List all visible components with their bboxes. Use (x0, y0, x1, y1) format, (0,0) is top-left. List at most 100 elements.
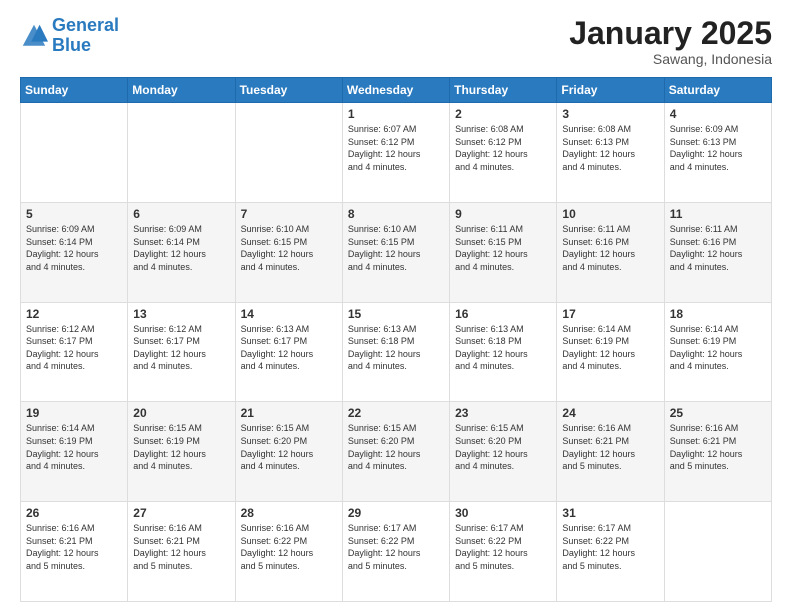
day-number: 16 (455, 307, 551, 321)
title-block: January 2025 Sawang, Indonesia (569, 16, 772, 67)
page: General Blue January 2025 Sawang, Indone… (0, 0, 792, 612)
calendar-cell: 25 Sunrise: 6:16 AM Sunset: 6:21 PM Dayli… (664, 402, 771, 502)
day-info: Sunrise: 6:14 AM Sunset: 6:19 PM Dayligh… (26, 422, 122, 472)
calendar-cell: 15 Sunrise: 6:13 AM Sunset: 6:18 PM Dayli… (342, 302, 449, 402)
day-number: 14 (241, 307, 337, 321)
logo-line2: Blue (52, 35, 91, 55)
day-info: Sunrise: 6:09 AM Sunset: 6:14 PM Dayligh… (133, 223, 229, 273)
day-info: Sunrise: 6:17 AM Sunset: 6:22 PM Dayligh… (348, 522, 444, 572)
day-info: Sunrise: 6:11 AM Sunset: 6:15 PM Dayligh… (455, 223, 551, 273)
main-title: January 2025 (569, 16, 772, 51)
day-info: Sunrise: 6:11 AM Sunset: 6:16 PM Dayligh… (562, 223, 658, 273)
day-info: Sunrise: 6:07 AM Sunset: 6:12 PM Dayligh… (348, 123, 444, 173)
calendar-cell (128, 103, 235, 203)
calendar-cell: 26 Sunrise: 6:16 AM Sunset: 6:21 PM Dayli… (21, 502, 128, 602)
week-row-4: 19Sunrise: 6:14 AM Sunset: 6:19 PM Dayli… (21, 402, 772, 502)
day-info: Sunrise: 6:10 AM Sunset: 6:15 PM Dayligh… (241, 223, 337, 273)
calendar-cell: 30 Sunrise: 6:17 AM Sunset: 6:22 PM Dayli… (450, 502, 557, 602)
day-number: 11 (670, 207, 766, 221)
logo-text: General Blue (52, 16, 119, 56)
day-info: Sunrise: 6:15 AM Sunset: 6:20 PM Dayligh… (455, 422, 551, 472)
calendar-cell: 17 Sunrise: 6:14 AM Sunset: 6:19 PM Dayli… (557, 302, 664, 402)
day-number: 23 (455, 406, 551, 420)
week-row-5: 26 Sunrise: 6:16 AM Sunset: 6:21 PM Dayli… (21, 502, 772, 602)
calendar-cell: 1 Sunrise: 6:07 AM Sunset: 6:12 PM Daylig… (342, 103, 449, 203)
day-info: Sunrise: 6:16 AM Sunset: 6:21 PM Dayligh… (670, 422, 766, 472)
calendar-cell: 23 Sunrise: 6:15 AM Sunset: 6:20 PM Dayli… (450, 402, 557, 502)
day-number: 22 (348, 406, 444, 420)
day-number: 21 (241, 406, 337, 420)
calendar-cell: 5Sunrise: 6:09 AM Sunset: 6:14 PM Daylig… (21, 202, 128, 302)
weekday-header-thursday: Thursday (450, 78, 557, 103)
day-number: 8 (348, 207, 444, 221)
weekday-header-friday: Friday (557, 78, 664, 103)
day-info: Sunrise: 6:16 AM Sunset: 6:21 PM Dayligh… (26, 522, 122, 572)
day-number: 13 (133, 307, 229, 321)
day-number: 6 (133, 207, 229, 221)
day-number: 24 (562, 406, 658, 420)
day-number: 20 (133, 406, 229, 420)
day-info: Sunrise: 6:14 AM Sunset: 6:19 PM Dayligh… (562, 323, 658, 373)
day-number: 31 (562, 506, 658, 520)
weekday-header-wednesday: Wednesday (342, 78, 449, 103)
weekday-header-tuesday: Tuesday (235, 78, 342, 103)
day-number: 18 (670, 307, 766, 321)
logo-icon (20, 22, 48, 50)
day-info: Sunrise: 6:13 AM Sunset: 6:18 PM Dayligh… (348, 323, 444, 373)
calendar-cell: 20 Sunrise: 6:15 AM Sunset: 6:19 PM Dayli… (128, 402, 235, 502)
day-info: Sunrise: 6:16 AM Sunset: 6:21 PM Dayligh… (562, 422, 658, 472)
day-number: 28 (241, 506, 337, 520)
day-number: 1 (348, 107, 444, 121)
calendar-cell: 16 Sunrise: 6:13 AM Sunset: 6:18 PM Dayli… (450, 302, 557, 402)
day-number: 10 (562, 207, 658, 221)
day-number: 2 (455, 107, 551, 121)
day-info: Sunrise: 6:12 AM Sunset: 6:17 PM Dayligh… (26, 323, 122, 373)
day-number: 7 (241, 207, 337, 221)
day-info: Sunrise: 6:13 AM Sunset: 6:18 PM Dayligh… (455, 323, 551, 373)
calendar-cell: 2 Sunrise: 6:08 AM Sunset: 6:12 PM Daylig… (450, 103, 557, 203)
day-info: Sunrise: 6:09 AM Sunset: 6:13 PM Dayligh… (670, 123, 766, 173)
day-info: Sunrise: 6:16 AM Sunset: 6:22 PM Dayligh… (241, 522, 337, 572)
calendar-cell: 27Sunrise: 6:16 AM Sunset: 6:21 PM Dayli… (128, 502, 235, 602)
weekday-header-row: SundayMondayTuesdayWednesdayThursdayFrid… (21, 78, 772, 103)
calendar-cell: 10 Sunrise: 6:11 AM Sunset: 6:16 PM Dayli… (557, 202, 664, 302)
day-number: 27 (133, 506, 229, 520)
day-info: Sunrise: 6:15 AM Sunset: 6:19 PM Dayligh… (133, 422, 229, 472)
day-info: Sunrise: 6:11 AM Sunset: 6:16 PM Dayligh… (670, 223, 766, 273)
day-number: 29 (348, 506, 444, 520)
calendar-cell: 14Sunrise: 6:13 AM Sunset: 6:17 PM Dayli… (235, 302, 342, 402)
week-row-2: 5 Sunrise: 6:09 AM Sunset: 6:14 PM Daylig… (21, 202, 772, 302)
calendar-cell: 28 Sunrise: 6:16 AM Sunset: 6:22 PM Dayli… (235, 502, 342, 602)
calendar-cell: 12 Sunrise: 6:12 AM Sunset: 6:17 PM Dayli… (21, 302, 128, 402)
day-info: Sunrise: 6:08 AM Sunset: 6:12 PM Dayligh… (455, 123, 551, 173)
day-info: Sunrise: 6:08 AM Sunset: 6:13 PM Dayligh… (562, 123, 658, 173)
calendar-cell: 22 Sunrise: 6:15 AM Sunset: 6:20 PM Dayli… (342, 402, 449, 502)
weekday-header-sunday: Sunday (21, 78, 128, 103)
day-number: 4 (670, 107, 766, 121)
calendar-cell (664, 502, 771, 602)
day-info: Sunrise: 6:15 AM Sunset: 6:20 PM Dayligh… (348, 422, 444, 472)
week-row-1: 1 Sunrise: 6:07 AM Sunset: 6:12 PM Daylig… (21, 103, 772, 203)
logo-line1: General (52, 15, 119, 35)
day-number: 30 (455, 506, 551, 520)
day-number: 15 (348, 307, 444, 321)
day-number: 9 (455, 207, 551, 221)
day-info: Sunrise: 6:12 AM Sunset: 6:17 PM Dayligh… (133, 323, 229, 373)
subtitle: Sawang, Indonesia (569, 51, 772, 67)
calendar-cell: 6 Sunrise: 6:09 AM Sunset: 6:14 PM Daylig… (128, 202, 235, 302)
day-number: 17 (562, 307, 658, 321)
calendar-cell: 18Sunrise: 6:14 AM Sunset: 6:19 PM Dayli… (664, 302, 771, 402)
calendar-cell: 8Sunrise: 6:10 AM Sunset: 6:15 PM Daylig… (342, 202, 449, 302)
day-number: 5 (26, 207, 122, 221)
day-number: 25 (670, 406, 766, 420)
day-number: 12 (26, 307, 122, 321)
day-info: Sunrise: 6:17 AM Sunset: 6:22 PM Dayligh… (455, 522, 551, 572)
calendar-cell: 11 Sunrise: 6:11 AM Sunset: 6:16 PM Dayli… (664, 202, 771, 302)
day-number: 3 (562, 107, 658, 121)
weekday-header-saturday: Saturday (664, 78, 771, 103)
day-info: Sunrise: 6:17 AM Sunset: 6:22 PM Dayligh… (562, 522, 658, 572)
calendar-cell: 21Sunrise: 6:15 AM Sunset: 6:20 PM Dayli… (235, 402, 342, 502)
calendar-cell: 9 Sunrise: 6:11 AM Sunset: 6:15 PM Daylig… (450, 202, 557, 302)
logo: General Blue (20, 16, 119, 56)
day-number: 26 (26, 506, 122, 520)
